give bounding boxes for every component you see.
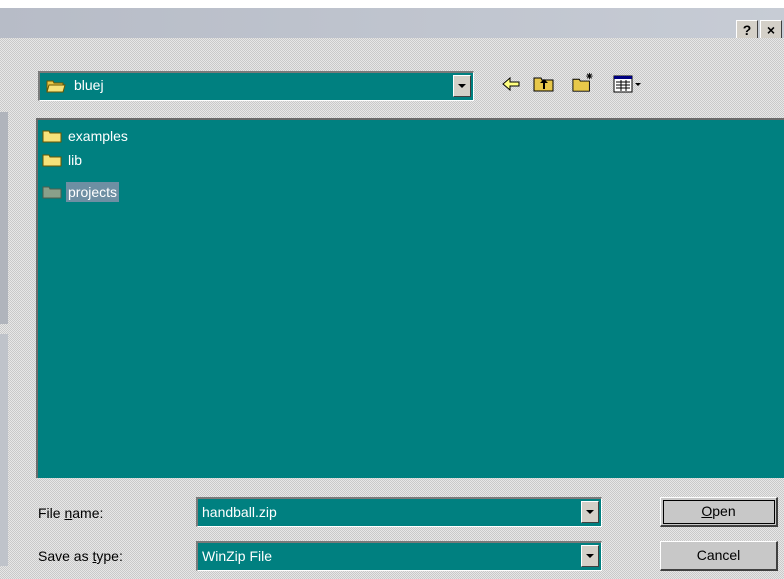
list-item[interactable]: lib	[42, 150, 84, 170]
look-in-dropdown-button[interactable]	[453, 75, 471, 97]
cancel-button[interactable]: Cancel	[660, 541, 778, 571]
back-arrow-icon[interactable]	[500, 73, 522, 95]
list-item-label: projects	[66, 182, 120, 202]
title-bar: ? ×	[0, 8, 784, 40]
up-one-level-icon[interactable]	[532, 73, 556, 95]
open-folder-icon	[46, 80, 66, 93]
look-in-combo[interactable]: bluej	[38, 71, 474, 101]
close-button[interactable]: ×	[760, 20, 782, 40]
help-icon: ?	[742, 22, 752, 38]
file-list[interactable]: examples lib projects	[36, 118, 784, 478]
folder-icon	[42, 130, 62, 143]
list-item-label: examples	[68, 128, 128, 144]
view-menu-icon[interactable]	[612, 73, 648, 95]
save-dialog: ? × bluej examples lib projects File nam…	[0, 8, 784, 579]
list-item-selected[interactable]: projects	[42, 182, 120, 202]
save-type-combo[interactable]: WinZip File	[196, 541, 602, 571]
help-button[interactable]: ?	[736, 20, 758, 40]
close-icon: ×	[766, 22, 776, 38]
save-type-label: Save as type:	[38, 548, 123, 564]
dialog-body: bluej examples lib projects File name: h…	[0, 38, 784, 579]
list-item-label: lib	[68, 152, 83, 168]
left-edge	[0, 112, 8, 324]
folder-icon	[42, 154, 62, 167]
file-name-combo[interactable]: handball.zip	[196, 497, 602, 527]
file-name-dropdown-button[interactable]	[581, 501, 599, 523]
left-edge-lower	[0, 334, 8, 566]
look-in-value: bluej	[74, 77, 104, 93]
file-name-field[interactable]: handball.zip	[202, 504, 277, 520]
open-button[interactable]: Open	[660, 497, 778, 527]
save-type-dropdown-button[interactable]	[581, 545, 599, 567]
list-item[interactable]: examples	[42, 126, 130, 146]
new-folder-icon[interactable]	[570, 71, 596, 93]
save-type-value: WinZip File	[202, 548, 273, 564]
file-name-label: File name:	[38, 505, 104, 521]
folder-icon	[42, 186, 62, 199]
